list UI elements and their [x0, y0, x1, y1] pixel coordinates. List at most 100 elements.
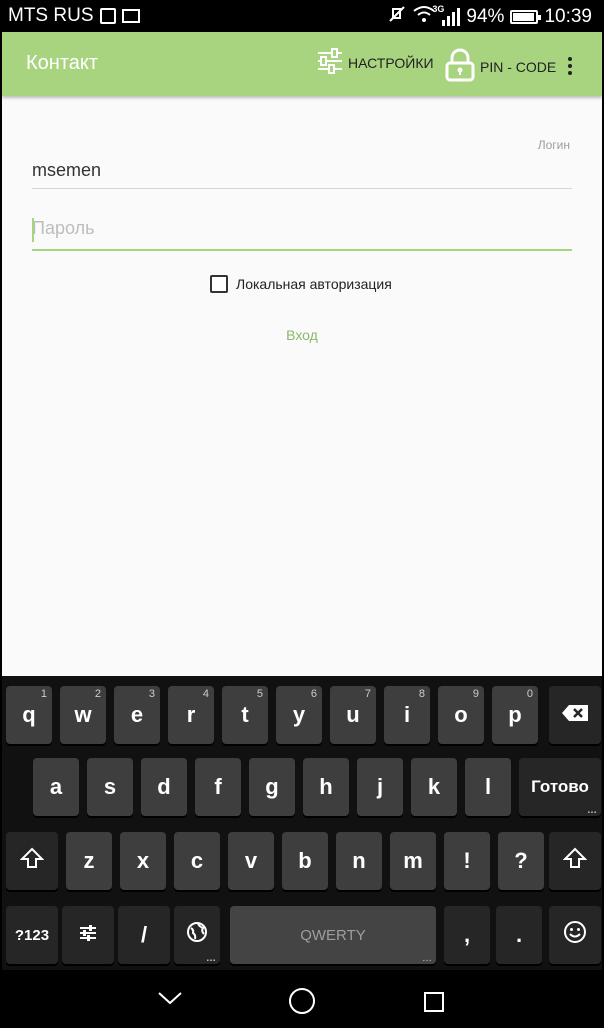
language-key[interactable]: … — [174, 906, 220, 964]
navigation-bar — [2, 970, 602, 1028]
key-label: n — [352, 848, 366, 873]
battery-percent: 94% — [466, 6, 505, 27]
key-k[interactable]: k — [411, 758, 457, 816]
key-g[interactable]: g — [249, 758, 295, 816]
key-f[interactable]: f — [195, 758, 241, 816]
key-b[interactable]: b — [282, 832, 328, 890]
key-label: y — [292, 702, 306, 727]
key-label: f — [214, 774, 222, 799]
mute-icon — [388, 5, 406, 29]
key-n[interactable]: n — [336, 832, 382, 890]
symbols-key-label: ?123 — [14, 926, 50, 944]
key-a[interactable]: a — [33, 758, 79, 816]
key-i[interactable]: i8 — [384, 686, 430, 744]
key-y[interactable]: y6 — [276, 686, 322, 744]
home-icon[interactable] — [289, 988, 315, 1014]
login-underline — [32, 188, 572, 189]
key-label: m — [403, 848, 423, 873]
key-label: q — [22, 702, 36, 727]
emoji-icon — [563, 920, 587, 950]
key-m[interactable]: m — [390, 832, 436, 890]
symbols-key[interactable]: ?123 — [6, 906, 58, 964]
key-label: o — [454, 702, 468, 727]
app-bar: Контакт НАСТРОЙКИ PIN - CODE — [2, 32, 602, 96]
battery-icon — [510, 10, 542, 24]
password-field[interactable]: Пароль — [32, 218, 572, 239]
key-c[interactable]: c — [174, 832, 220, 890]
key-alt-label: 1 — [40, 688, 47, 700]
key-label: z — [83, 848, 95, 873]
key-label: k — [427, 774, 441, 799]
key-label: p — [508, 702, 522, 727]
key-alt-label: 6 — [310, 688, 317, 700]
key-u[interactable]: u7 — [330, 686, 376, 744]
shift-key-left[interactable] — [6, 832, 58, 890]
globe-icon — [186, 921, 208, 949]
key-e[interactable]: e3 — [114, 686, 160, 744]
key-label: x — [136, 848, 150, 873]
key-z[interactable]: z — [66, 832, 112, 890]
key-alt-label: 8 — [418, 688, 425, 700]
key-![interactable]: ! — [444, 832, 490, 890]
app-title: Контакт — [26, 52, 99, 74]
key-label: b — [298, 848, 312, 873]
password-underline — [32, 249, 572, 251]
key-s[interactable]: s — [87, 758, 133, 816]
back-icon[interactable] — [157, 987, 182, 1009]
comma-key[interactable]: , — [444, 906, 490, 964]
signal-icon: 3G — [432, 4, 461, 26]
pin-code-label: PIN - CODE — [480, 58, 557, 75]
comma-key-label: , — [463, 922, 471, 947]
slash-key[interactable]: / — [118, 906, 170, 964]
key-label: c — [190, 848, 204, 873]
text-cursor — [32, 218, 34, 242]
carrier-label: MTS RUS — [8, 5, 94, 26]
key-w[interactable]: w2 — [60, 686, 106, 744]
recent-apps-icon[interactable] — [424, 992, 444, 1012]
local-auth-label: Локальная авторизация — [236, 276, 392, 292]
key-h[interactable]: h — [303, 758, 349, 816]
key-label: ! — [463, 848, 471, 873]
login-field[interactable]: msemen — [32, 160, 572, 181]
emoji-key[interactable] — [549, 906, 601, 964]
key-r[interactable]: r4 — [168, 686, 214, 744]
key-label: w — [74, 702, 92, 727]
key-alt-label: 2 — [94, 688, 101, 700]
login-label: Логин — [537, 138, 570, 152]
lock-icon — [444, 48, 476, 85]
shift-icon — [19, 846, 45, 876]
key-p[interactable]: p0 — [492, 686, 538, 744]
key-alt-label: 4 — [202, 688, 209, 700]
backspace-key[interactable] — [549, 686, 601, 744]
key-d[interactable]: d — [141, 758, 187, 816]
clock: 10:39 — [544, 6, 592, 27]
key-alt-label: 5 — [256, 688, 263, 700]
space-key[interactable]: QWERTY … — [230, 906, 436, 964]
local-auth-checkbox[interactable] — [210, 275, 228, 293]
key-q[interactable]: q1 — [6, 686, 52, 744]
more-vert-icon[interactable] — [562, 54, 578, 78]
key-l[interactable]: l — [465, 758, 511, 816]
local-auth-row[interactable]: Локальная авторизация — [210, 275, 392, 293]
settings-button[interactable]: НАСТРОЙКИ — [316, 48, 434, 77]
key-?[interactable]: ? — [498, 832, 544, 890]
keyboard-settings-key[interactable] — [62, 906, 114, 964]
key-j[interactable]: j — [357, 758, 403, 816]
period-key[interactable]: . — [496, 906, 542, 964]
key-x[interactable]: x — [120, 832, 166, 890]
done-key[interactable]: Готово … — [519, 758, 601, 816]
shift-key-right[interactable] — [549, 832, 601, 890]
key-o[interactable]: o9 — [438, 686, 484, 744]
enter-button[interactable]: Вход — [2, 327, 602, 343]
image-notification-icon — [99, 8, 116, 24]
backspace-icon — [561, 702, 589, 728]
key-label: s — [103, 774, 117, 799]
key-label: g — [265, 774, 279, 799]
key-alt-label: 3 — [148, 688, 155, 700]
key-label: d — [157, 774, 171, 799]
key-v[interactable]: v — [228, 832, 274, 890]
key-t[interactable]: t5 — [222, 686, 268, 744]
sliders-icon — [79, 922, 97, 948]
key-alt-label: 0 — [526, 688, 533, 700]
pin-code-button[interactable]: PIN - CODE — [444, 48, 556, 85]
